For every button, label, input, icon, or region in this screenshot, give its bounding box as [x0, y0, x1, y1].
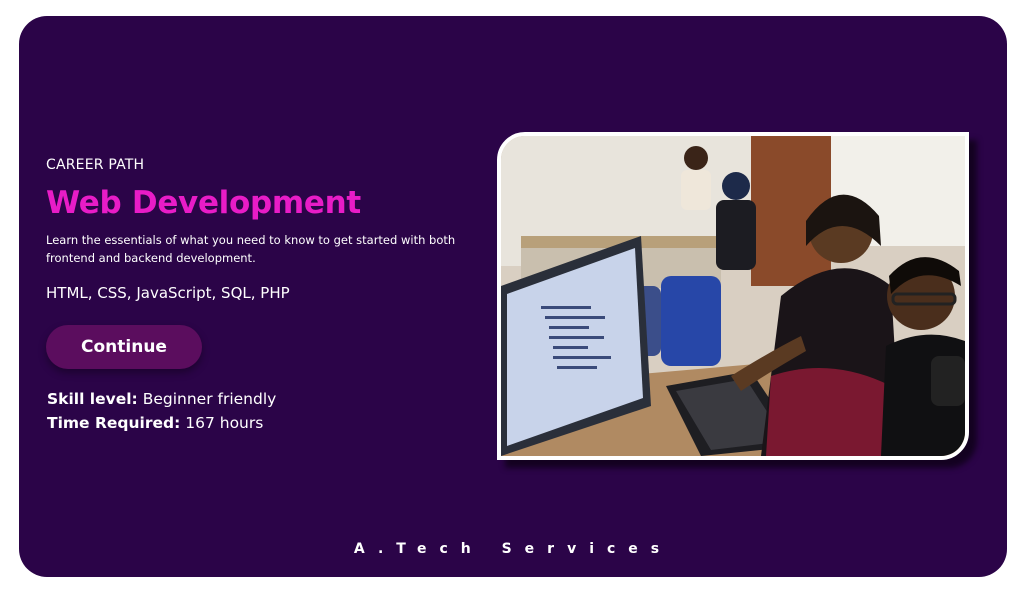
technology-list: HTML, CSS, JavaScript, SQL, PHP: [46, 284, 290, 302]
course-title: Web Development: [46, 185, 361, 221]
skill-level-row: Skill level: Beginner friendly: [47, 390, 276, 408]
continue-button[interactable]: Continue: [46, 325, 202, 369]
photo-illustration: [501, 136, 965, 456]
time-required-row: Time Required: 167 hours: [47, 414, 263, 432]
eyebrow-label: CAREER PATH: [46, 157, 145, 173]
course-photo: [497, 132, 969, 460]
brand-footer: A.Tech Services: [353, 541, 673, 557]
skill-level-label: Skill level:: [47, 390, 138, 408]
time-required-value: 167 hours: [185, 414, 264, 432]
time-required-label: Time Required:: [47, 414, 181, 432]
career-card: CAREER PATH Web Development Learn the es…: [19, 16, 1007, 577]
course-description: Learn the essentials of what you need to…: [46, 233, 456, 265]
skill-level-value: Beginner friendly: [142, 390, 277, 408]
